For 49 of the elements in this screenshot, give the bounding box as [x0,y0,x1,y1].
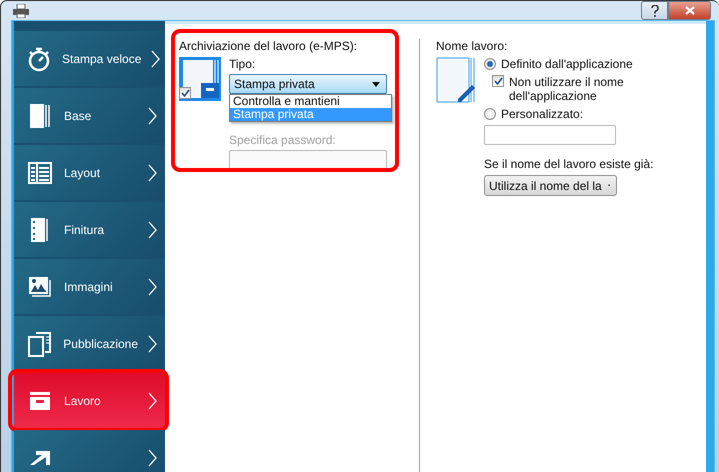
sidebar-item[interactable]: Pubblicazione [14,316,165,371]
type-label: Tipo: [229,57,256,71]
checkbox[interactable] [179,87,191,99]
chevron-icon [148,164,157,182]
password-label: Specifica password: [229,133,337,147]
chevron-icon [148,334,157,352]
close-button[interactable] [668,1,711,20]
pages-icon [28,330,52,356]
sidebar-item[interactable]: Finitura [14,202,165,257]
caret-icon [372,82,380,86]
type-dropdown[interactable]: Stampa privata [229,74,387,94]
group-title: Nome lavoro: [436,39,508,53]
check-icon [494,77,502,85]
binder-icon [30,216,50,242]
arrow-icon [28,450,52,464]
printer-icon [13,4,29,18]
check-icon [180,89,190,97]
checkbox-label: Non utilizzare il nome dell'applicazione [509,75,625,103]
radio-option[interactable]: Personalizzato: [484,107,654,121]
exists-label: Se il nome del lavoro esiste già: [484,157,654,171]
checkbox[interactable] [492,75,504,87]
dropdown-option[interactable]: Controlla e mantieni [230,95,391,108]
close-icon [684,6,694,15]
chevron-icon [148,278,157,296]
page-icon [29,102,51,128]
sidebar-item[interactable]: Layout [14,145,165,200]
chevron-icon [148,220,157,238]
grid-icon [28,162,52,184]
exists-dropdown[interactable]: Utilizza il nome del la [484,175,617,196]
document-pen-icon [436,57,476,103]
sidebar-item[interactable] [14,430,165,472]
storage-document-icon [179,57,221,101]
radio-button[interactable] [484,58,496,70]
help-icon [650,4,658,16]
name-field[interactable] [484,125,616,145]
sidebar-item[interactable]: Stampa veloce [14,31,165,86]
sidebar-item[interactable]: Base [14,88,165,143]
radio-button[interactable] [484,108,496,120]
chevron-icon [148,106,157,124]
radio-option[interactable]: Definito dall'applicazione [484,57,654,71]
sidebar-item[interactable]: Immagini [14,259,165,314]
stopwatch-icon [26,46,52,72]
chevron-icon [148,448,157,466]
image-icon [28,276,52,298]
help-button[interactable] [641,1,668,20]
storage-box-icon [29,390,51,410]
chevron-icon [151,50,160,68]
group-title: Archiviazione del lavoro (e-MPS): [179,39,358,53]
chevron-icon [148,392,157,410]
